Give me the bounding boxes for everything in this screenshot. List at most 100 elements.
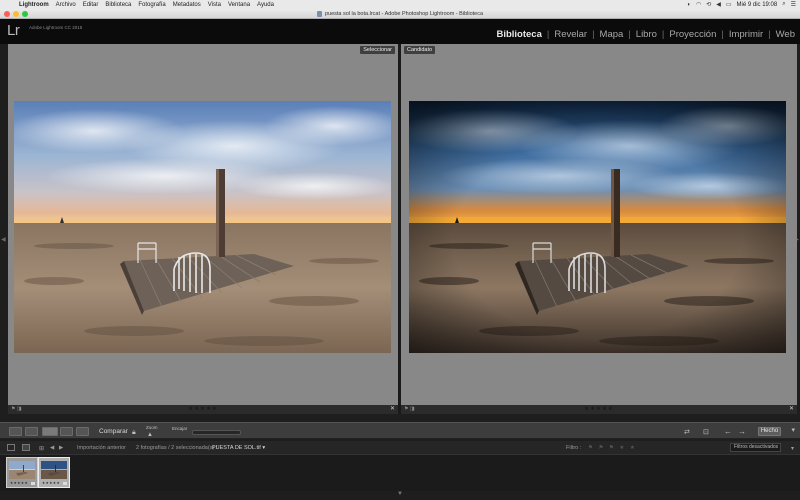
module-separator: |: [546, 29, 550, 40]
fit-label: Encajar: [172, 426, 188, 431]
page-1-button[interactable]: [7, 444, 15, 451]
menu-ayuda[interactable]: Ayuda: [257, 2, 274, 8]
lock-icon[interactable]: 🔒︎: [132, 429, 136, 437]
menu-metadatos[interactable]: Metadatos: [173, 2, 201, 8]
select-footer: ⚑ ◨ ★★★★★ ✕: [8, 405, 398, 414]
select-rating[interactable]: ★★★★★: [188, 406, 218, 412]
module-separator: |: [592, 29, 595, 40]
swap-icon[interactable]: ⇄: [684, 428, 690, 436]
candidate-rating[interactable]: ★★★★★: [584, 406, 614, 412]
grid-view-button[interactable]: [9, 427, 22, 436]
filmstrip: ★★★★★ ★★★★★: [0, 454, 800, 491]
grid-icon[interactable]: ⊞: [39, 445, 44, 452]
module-imprimir[interactable]: Imprimir: [729, 29, 763, 40]
menu-editar[interactable]: Editar: [83, 2, 99, 8]
menu-fotografia[interactable]: Fotografía: [138, 2, 165, 8]
make-select-icon[interactable]: ⊡: [703, 428, 709, 436]
filter-dropdown[interactable]: Filtros desactivados: [730, 443, 781, 452]
toolbar-content-chevron-icon[interactable]: ▾: [791, 426, 795, 434]
search-icon[interactable]: ⌕: [782, 1, 785, 8]
current-file-name[interactable]: PUESTA DE SOL.tif ▾: [212, 445, 265, 451]
selection-info: 2 fotografías / 2 seleccionada(s) /: [136, 445, 218, 451]
menu-archivo[interactable]: Archivo: [56, 2, 76, 8]
menu-ventana[interactable]: Ventana: [228, 2, 250, 8]
survey-view-button[interactable]: [60, 427, 73, 436]
select-label: Seleccionar: [360, 46, 395, 54]
compare-view: Seleccionar ⚑ ◨ ★★★★★ ✕ Candidato ⚑ ◨ ★★…: [8, 44, 797, 414]
candidate-close-icon[interactable]: ✕: [789, 405, 794, 412]
filter-label: Filtro :: [566, 445, 582, 451]
module-picker: Biblioteca | Revelar | Mapa | Libro | Pr…: [496, 29, 795, 40]
thumbnail-badge-icon: [31, 482, 35, 485]
wifi-icon[interactable]: ◠: [696, 1, 701, 8]
zoom-label: Zoom: [146, 425, 158, 430]
compare-view-button[interactable]: [42, 427, 58, 436]
thumbnail-rating: ★★★★★: [10, 481, 29, 485]
select-flag-icon[interactable]: ⚑ ◨: [11, 406, 22, 412]
battery-icon[interactable]: ▭: [726, 1, 732, 8]
filter-flags-icon[interactable]: ⚑ ⚑ ⚑ ★ ★: [588, 445, 637, 451]
page-2-button[interactable]: [22, 444, 30, 451]
next-icon[interactable]: →: [738, 427, 746, 436]
candidate-label: Candidato: [404, 46, 436, 54]
select-pane[interactable]: Seleccionar ⚑ ◨ ★★★★★ ✕: [8, 44, 398, 414]
filmstrip-header: ⊞ ◀ ▶ Importación anterior 2 fotografías…: [0, 441, 800, 454]
candidate-pane[interactable]: Candidato ⚑ ◨ ★★★★★ ✕: [401, 44, 797, 414]
people-view-button[interactable]: [76, 427, 89, 436]
module-separator: |: [661, 29, 665, 40]
module-proyeccion[interactable]: Proyección: [669, 29, 716, 40]
zoom-up-icon[interactable]: ▲: [147, 432, 153, 438]
module-biblioteca[interactable]: Biblioteca: [496, 29, 541, 40]
module-mapa[interactable]: Mapa: [600, 29, 624, 40]
thumbnail-badge-icon: [63, 482, 67, 485]
catalog-document-icon: [316, 10, 322, 17]
menu-biblioteca[interactable]: Biblioteca: [105, 2, 131, 8]
menubar-clock[interactable]: Mié 9 dic 19:08: [737, 2, 778, 8]
window-title: puesta sol la bota.lrcat - Adobe Photosh…: [324, 10, 484, 17]
done-button[interactable]: Hecho: [758, 427, 781, 436]
thumbnail-rating: ★★★★★: [42, 481, 61, 485]
compare-toolbar: Comparar 🔒︎ Zoom ▲ Encajar ⇄ ⊡ ← → Hecho…: [0, 422, 800, 439]
time-machine-icon[interactable]: ⟲: [706, 1, 711, 8]
lightroom-logo: Lr: [7, 22, 20, 39]
window-titlebar: puesta sol la bota.lrcat - Adobe Photosh…: [0, 9, 800, 19]
thumbnail-image-edited: [41, 461, 67, 479]
window-close-button[interactable]: [4, 11, 10, 17]
candidate-flag-icon[interactable]: ⚑ ◨: [404, 406, 415, 412]
mac-menubar: Lightroom Archivo Editar Biblioteca Foto…: [0, 0, 800, 9]
list-icon[interactable]: ☰: [791, 1, 796, 8]
select-photo[interactable]: [14, 101, 391, 353]
thumbnail-image-original: [9, 461, 35, 479]
left-panel-toggle-icon[interactable]: ◀: [1, 236, 6, 243]
lightroom-window: Lightroom Archivo Editar Biblioteca Foto…: [0, 0, 800, 500]
forward-icon[interactable]: ▶: [59, 445, 63, 451]
candidate-photo[interactable]: [409, 101, 786, 353]
zoom-slider[interactable]: [192, 430, 241, 435]
compare-label: Comparar: [99, 428, 128, 435]
filmstrip-thumbnail[interactable]: ★★★★★: [6, 457, 38, 488]
module-revelar[interactable]: Revelar: [554, 29, 587, 40]
loupe-view-button[interactable]: [25, 427, 38, 436]
module-web[interactable]: Web: [776, 29, 795, 40]
module-separator: |: [721, 29, 724, 40]
bottom-panel-toggle-icon[interactable]: ▼: [397, 491, 403, 497]
identity-plate-bar: Lr Adobe Lightroom CC 2015 Biblioteca | …: [0, 19, 800, 44]
filmstrip-toggle-icon[interactable]: ▾: [791, 445, 794, 452]
beach-sunset-photo-original: [14, 101, 391, 353]
volume-icon[interactable]: ◀: [716, 1, 721, 8]
module-separator: |: [628, 29, 631, 40]
select-close-icon[interactable]: ✕: [390, 405, 395, 412]
module-libro[interactable]: Libro: [636, 29, 657, 40]
window-minimize-button[interactable]: [13, 11, 19, 17]
status-icon-1[interactable]: ◐: [687, 2, 691, 8]
lightroom-version: Adobe Lightroom CC 2015: [29, 25, 83, 30]
previous-icon[interactable]: ←: [724, 427, 732, 436]
menu-app-lightroom[interactable]: Lightroom: [19, 2, 49, 8]
module-separator: |: [768, 29, 771, 40]
back-icon[interactable]: ◀: [50, 445, 54, 451]
candidate-footer: ⚑ ◨ ★★★★★ ✕: [401, 405, 797, 414]
filmstrip-thumbnail-selected[interactable]: ★★★★★: [38, 457, 70, 488]
window-zoom-button[interactable]: [22, 11, 28, 17]
source-label[interactable]: Importación anterior: [77, 445, 126, 451]
menu-vista[interactable]: Vista: [208, 2, 221, 8]
